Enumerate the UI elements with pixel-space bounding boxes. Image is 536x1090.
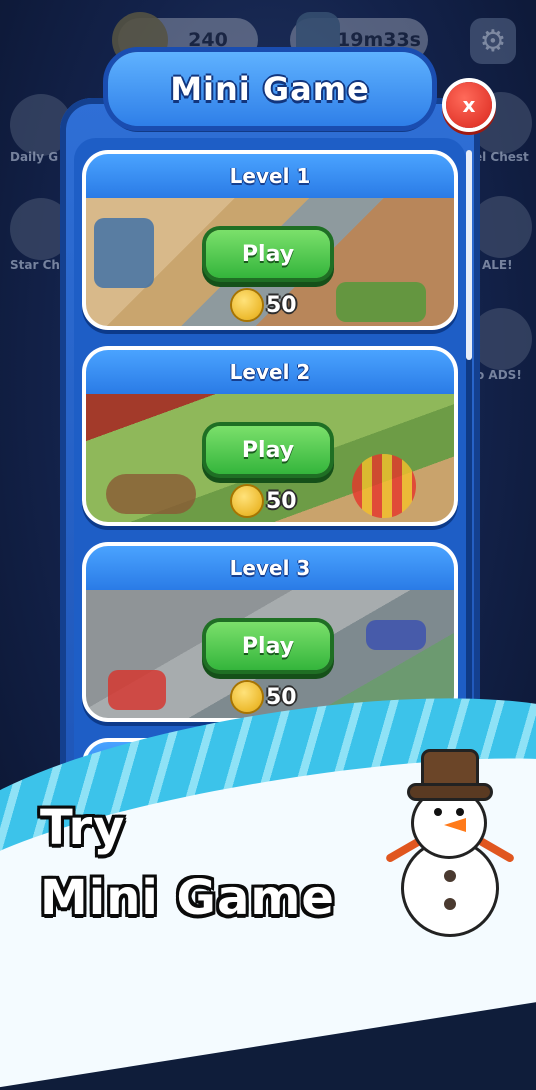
promo-line-1: Try	[40, 800, 126, 856]
dialog-title: Mini Game	[170, 70, 370, 108]
level-card-header: Level 3	[86, 546, 454, 590]
truck-decoration	[108, 670, 166, 710]
cost-value: 50	[266, 684, 297, 710]
level-cost: 50	[232, 484, 297, 518]
snowman-eye	[456, 808, 464, 816]
cost-value: 50	[266, 488, 297, 514]
close-icon: x	[462, 93, 476, 117]
snowman-icon	[384, 746, 516, 941]
level-list-scrollbar[interactable]	[466, 150, 472, 750]
snowman-hat	[424, 752, 476, 790]
gear-icon: ⚙	[470, 18, 516, 64]
snowman-button	[444, 898, 456, 910]
level-card-header: Level 1	[86, 154, 454, 198]
level-chest-label: el Chest	[474, 150, 529, 164]
balloon-decoration	[352, 454, 416, 518]
snowman-eye	[434, 808, 442, 816]
level-title: Level 2	[229, 360, 311, 384]
level-title: Level 1	[229, 164, 311, 188]
timer-value: 19m33s	[337, 29, 421, 51]
scrollbar-thumb[interactable]	[466, 150, 472, 360]
coin-icon	[232, 290, 262, 320]
coin-icon	[232, 486, 262, 516]
level-card-header: Level 2	[86, 350, 454, 394]
building-decoration	[94, 218, 154, 288]
promo-line-2: Mini Game	[40, 870, 335, 926]
play-button-level-2[interactable]: Play	[206, 426, 330, 474]
dialog-title-banner: Mini Game	[108, 52, 432, 126]
sale-label: ALE!	[482, 258, 513, 272]
coin-icon	[232, 682, 262, 712]
track-decoration	[106, 474, 196, 514]
snowman-nose	[444, 818, 466, 832]
play-label: Play	[241, 241, 295, 267]
sign-decoration	[366, 620, 426, 650]
snowman-hat-brim	[410, 786, 490, 798]
play-button-level-3[interactable]: Play	[206, 622, 330, 670]
bush-decoration	[336, 282, 426, 322]
level-cost: 50	[232, 680, 297, 714]
play-label: Play	[241, 437, 295, 463]
play-button-level-1[interactable]: Play	[206, 230, 330, 278]
cost-value: 50	[266, 292, 297, 318]
snowman-button	[444, 870, 456, 882]
coin-count: 240	[188, 29, 228, 51]
daily-gift-label: Daily G	[10, 150, 59, 164]
level-title: Level 3	[229, 556, 311, 580]
star-chest-label: Star Ch	[10, 258, 60, 272]
level-card-2: Level 2 Play 50	[82, 346, 458, 526]
close-button[interactable]: x	[446, 82, 492, 128]
level-card-1: Level 1 Play 50	[82, 150, 458, 330]
level-cost: 50	[232, 288, 297, 322]
no-ads-label: o ADS!	[476, 368, 522, 382]
level-card-3: Level 3 Play 50	[82, 542, 458, 722]
play-label: Play	[241, 633, 295, 659]
